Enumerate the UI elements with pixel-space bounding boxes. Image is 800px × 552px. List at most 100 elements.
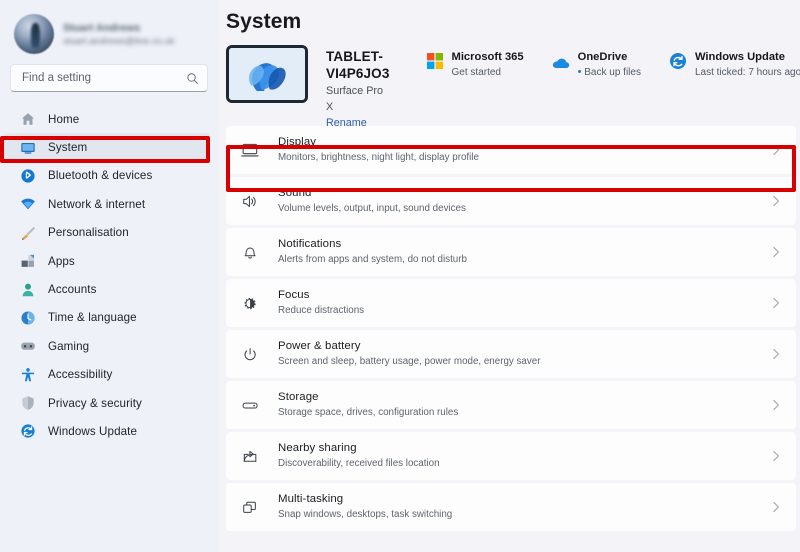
account-text: Stuart Andrews stuart.andrews@live.co.uk (63, 21, 175, 48)
focus-moon-icon (238, 292, 264, 314)
settings-row-subtitle: Snap windows, desktops, task switching (278, 509, 453, 520)
chevron-right-icon (773, 400, 779, 410)
sidebar-item-accessibility[interactable]: Accessibility (4, 361, 210, 389)
settings-row-title: Sound (278, 187, 312, 199)
settings-row-title: Focus (278, 289, 310, 301)
sidebar-nav: Home System Bluetooth & devices Network … (0, 105, 218, 446)
sidebar-item-label: Privacy & security (48, 396, 142, 410)
settings-row-subtitle: Storage space, drives, configuration rul… (278, 407, 459, 418)
device-header: TABLET-VI4P6JO3 Surface Pro X Rename Mic… (226, 44, 800, 129)
sidebar-item-label: System (48, 141, 88, 155)
settings-row-sound[interactable]: Sound Volume levels, output, input, soun… (226, 177, 796, 225)
gamepad-icon (20, 338, 36, 354)
speaker-icon (238, 190, 264, 212)
sidebar-item-apps[interactable]: Apps (4, 247, 210, 275)
settings-row-text: Display Monitors, brightness, night ligh… (278, 135, 770, 165)
quick-link-windows-update[interactable]: Windows Update Last ticked: 7 hours ago (669, 50, 800, 80)
device-name: TABLET-VI4P6JO3 (326, 49, 390, 81)
sidebar-item-system[interactable]: System (0, 133, 210, 162)
windows-stack-icon (238, 496, 264, 518)
chevron-right-icon (773, 298, 779, 308)
quick-link-onedrive[interactable]: OneDrive • Back up files (552, 50, 641, 80)
chevron-right-icon (773, 145, 779, 155)
settings-row-title: Display (278, 136, 317, 148)
microsoft-365-icon (426, 52, 444, 70)
sidebar-item-privacy-security[interactable]: Privacy & security (4, 389, 210, 417)
update-icon (20, 423, 36, 439)
sidebar-item-accounts[interactable]: Accounts (4, 275, 210, 303)
paintbrush-icon (20, 225, 36, 241)
account-email: stuart.andrews@live.co.uk (63, 35, 175, 47)
windows-update-icon (669, 52, 687, 70)
quick-link-subtitle-text: Back up files (584, 67, 641, 78)
tablet-wallpaper-thumbnail (226, 45, 308, 103)
sidebar-item-label: Personalisation (48, 226, 129, 240)
power-icon (238, 343, 264, 365)
apps-icon (20, 253, 36, 269)
sidebar-item-label: Accessibility (48, 368, 113, 382)
quick-link-microsoft-365[interactable]: Microsoft 365 Get started (426, 50, 524, 80)
settings-row-title: Nearby sharing (278, 442, 357, 454)
settings-row-multi-tasking[interactable]: Multi-tasking Snap windows, desktops, ta… (226, 483, 796, 531)
onedrive-cloud-icon (552, 52, 570, 70)
bell-icon (238, 241, 264, 263)
page-title: System (226, 10, 302, 33)
quick-links: Microsoft 365 Get started OneDrive • Bac… (426, 44, 800, 80)
settings-row-display[interactable]: Display Monitors, brightness, night ligh… (226, 126, 796, 174)
sidebar-item-windows-update[interactable]: Windows Update (4, 417, 210, 445)
sidebar-item-label: Bluetooth & devices (48, 169, 153, 183)
sidebar-item-time-language[interactable]: Time & language (4, 304, 210, 332)
chevron-right-icon (773, 196, 779, 206)
accessibility-icon (20, 367, 36, 383)
settings-row-power-battery[interactable]: Power & battery Screen and sleep, batter… (226, 330, 796, 378)
settings-row-text: Storage Storage space, drives, configura… (278, 390, 770, 420)
settings-rows: Display Monitors, brightness, night ligh… (226, 126, 800, 531)
settings-row-subtitle: Volume levels, output, input, sound devi… (278, 203, 466, 214)
settings-row-nearby-sharing[interactable]: Nearby sharing Discoverability, received… (226, 432, 796, 480)
quick-link-text: Microsoft 365 Get started (452, 50, 524, 80)
chevron-right-icon (773, 502, 779, 512)
settings-row-title: Power & battery (278, 340, 361, 352)
device-meta: TABLET-VI4P6JO3 Surface Pro X Rename (326, 44, 390, 131)
chevron-right-icon (773, 451, 779, 461)
settings-row-focus[interactable]: Focus Reduce distractions (226, 279, 796, 327)
shield-icon (20, 395, 36, 411)
person-icon (20, 282, 36, 298)
search-icon (187, 72, 198, 84)
settings-row-text: Notifications Alerts from apps and syste… (278, 237, 770, 267)
chevron-right-icon (773, 247, 779, 257)
settings-row-notifications[interactable]: Notifications Alerts from apps and syste… (226, 228, 796, 276)
device-model: Surface Pro X (326, 85, 384, 113)
settings-row-storage[interactable]: Storage Storage space, drives, configura… (226, 381, 796, 429)
monitor-icon (20, 140, 36, 156)
settings-row-text: Sound Volume levels, output, input, soun… (278, 186, 770, 216)
sidebar-item-label: Gaming (48, 339, 90, 353)
sidebar-item-label: Apps (48, 254, 75, 268)
search-container (0, 64, 218, 92)
main-content: System TABLET-VI4P6JO3 Surface Pro X Ren… (218, 0, 800, 552)
quick-link-title: OneDrive (577, 51, 628, 63)
sidebar-item-gaming[interactable]: Gaming (4, 332, 210, 360)
account-name: Stuart Andrews (63, 21, 141, 34)
sidebar-item-personalisation[interactable]: Personalisation (4, 219, 210, 247)
settings-row-title: Multi-tasking (278, 493, 344, 505)
quick-link-subtitle: Get started (451, 67, 501, 78)
settings-row-text: Focus Reduce distractions (278, 288, 770, 318)
account-header[interactable]: Stuart Andrews stuart.andrews@live.co.uk (0, 0, 218, 64)
sidebar-item-network-internet[interactable]: Network & internet (4, 190, 210, 218)
sidebar-item-label: Time & language (48, 311, 137, 325)
chevron-right-icon (773, 349, 779, 359)
clock-icon (20, 310, 36, 326)
sidebar-item-home[interactable]: Home (4, 105, 210, 133)
sidebar: Stuart Andrews stuart.andrews@live.co.uk (0, 0, 218, 552)
settings-row-subtitle: Alerts from apps and system, do not dist… (278, 254, 467, 265)
search-input[interactable] (22, 72, 186, 84)
search-box[interactable] (10, 64, 208, 92)
settings-row-subtitle: Discoverability, received files location (278, 458, 440, 469)
bluetooth-icon (20, 168, 36, 184)
avatar[interactable] (14, 14, 54, 54)
sidebar-item-label: Network & internet (48, 197, 146, 211)
sidebar-item-bluetooth-devices[interactable]: Bluetooth & devices (4, 162, 210, 190)
wifi-icon (20, 196, 36, 212)
storage-drive-icon (238, 394, 264, 416)
